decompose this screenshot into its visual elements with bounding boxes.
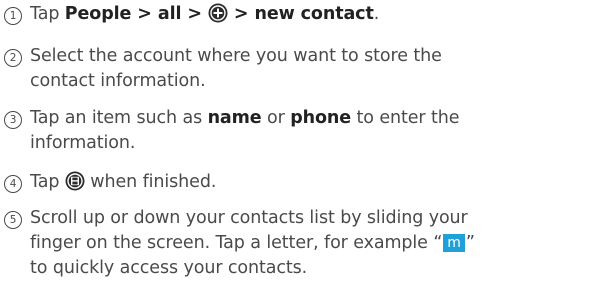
step-number: 2 bbox=[9, 52, 17, 64]
instruction-text: or bbox=[261, 108, 291, 128]
letter-tile: m bbox=[443, 234, 465, 252]
instruction-text: Tap bbox=[30, 172, 65, 192]
step-number: 3 bbox=[9, 114, 17, 126]
step-text: Tap an item such as name or phone to ent… bbox=[30, 106, 614, 156]
ui-term: phone bbox=[290, 108, 352, 128]
step-line: Tap an item such as name or phone to ent… bbox=[30, 106, 614, 131]
step-line: finger on the screen. Tap a letter, for … bbox=[30, 231, 614, 256]
instruction-text: finger on the screen. Tap a letter, for … bbox=[30, 233, 443, 253]
add-circle-icon bbox=[208, 3, 228, 23]
step-number: 5 bbox=[9, 214, 17, 226]
instruction-text: Tap an item such as bbox=[30, 108, 208, 128]
step-line: information. bbox=[30, 131, 614, 156]
step-line: Tap when finished. bbox=[30, 170, 614, 195]
instruction-text: Select the account where you want to sto… bbox=[30, 46, 442, 66]
step-line: Select the account where you want to sto… bbox=[30, 44, 614, 69]
step-text: Tap when finished. bbox=[30, 170, 614, 195]
instruction-text: information. bbox=[30, 133, 136, 153]
instruction-text: contact information. bbox=[30, 71, 206, 91]
save-disk-icon bbox=[65, 171, 85, 191]
instruction-text: when finished. bbox=[84, 172, 217, 192]
step-text: Select the account where you want to sto… bbox=[30, 44, 614, 94]
step-text: Tap People > all > > new contact. bbox=[30, 2, 614, 27]
step-text: Scroll up or down your contacts list by … bbox=[30, 206, 614, 281]
instruction-text: to quickly access your contacts. bbox=[30, 258, 308, 278]
ui-term: > new contact bbox=[227, 4, 374, 24]
step-number-badge: 1 bbox=[4, 7, 22, 25]
step-number: 1 bbox=[9, 10, 17, 22]
instruction-text: Tap bbox=[30, 4, 65, 24]
step-number-badge: 4 bbox=[4, 175, 22, 193]
step-number-badge: 3 bbox=[4, 111, 22, 129]
step-line: to quickly access your contacts. bbox=[30, 256, 614, 281]
instruction-text: . bbox=[373, 4, 380, 24]
ui-term: name bbox=[207, 108, 262, 128]
ui-term: People > all > bbox=[64, 4, 208, 24]
step-number-badge: 5 bbox=[4, 211, 22, 229]
step-line: Scroll up or down your contacts list by … bbox=[30, 206, 614, 231]
instruction-text: Scroll up or down your contacts list by … bbox=[30, 208, 468, 228]
instruction-text: to enter the bbox=[351, 108, 460, 128]
step-line: contact information. bbox=[30, 69, 614, 94]
step-number: 4 bbox=[9, 178, 17, 190]
step-number-badge: 2 bbox=[4, 49, 22, 67]
step-line: Tap People > all > > new contact. bbox=[30, 2, 614, 27]
instruction-text: ” bbox=[465, 233, 475, 253]
